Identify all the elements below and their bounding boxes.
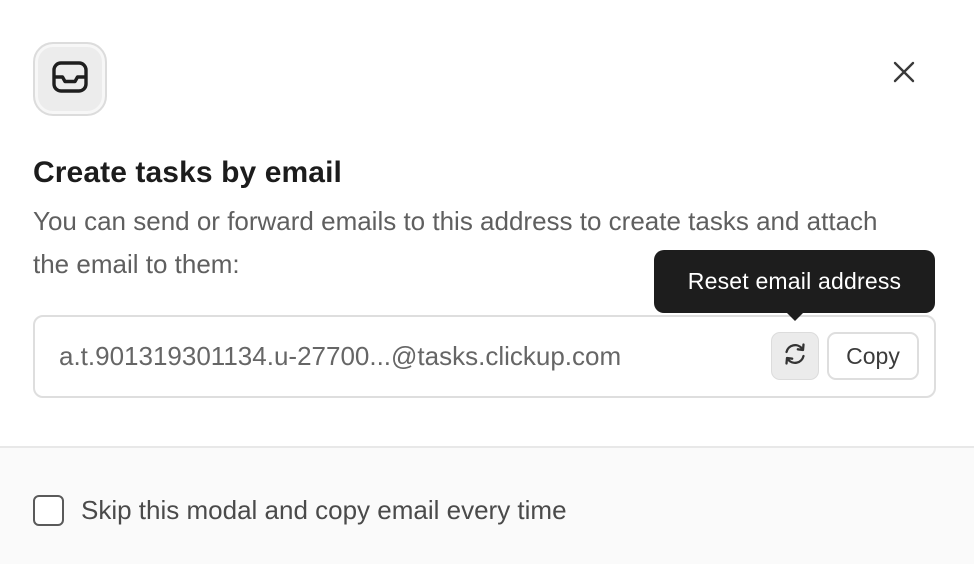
- close-icon: [893, 61, 915, 88]
- tooltip-arrow: [786, 312, 804, 321]
- modal-footer: Skip this modal and copy email every tim…: [0, 448, 974, 564]
- email-address-text[interactable]: a.t.901319301134.u-27700...@tasks.clicku…: [59, 341, 621, 372]
- skip-modal-checkbox[interactable]: [33, 495, 64, 526]
- create-tasks-by-email-modal: Create tasks by email You can send or fo…: [0, 0, 974, 564]
- modal-title: Create tasks by email: [33, 156, 342, 189]
- close-button[interactable]: [886, 56, 922, 92]
- refresh-icon: [782, 342, 808, 371]
- modal-body: Create tasks by email You can send or fo…: [0, 0, 974, 446]
- copy-button[interactable]: Copy: [827, 332, 919, 380]
- envelope-icon: [51, 60, 89, 99]
- reset-email-button[interactable]: [771, 332, 819, 380]
- skip-modal-label[interactable]: Skip this modal and copy email every tim…: [81, 495, 567, 526]
- email-address-field[interactable]: a.t.901319301134.u-27700...@tasks.clicku…: [33, 315, 936, 398]
- reset-email-tooltip: Reset email address: [654, 250, 935, 313]
- envelope-icon-tile: [33, 42, 107, 116]
